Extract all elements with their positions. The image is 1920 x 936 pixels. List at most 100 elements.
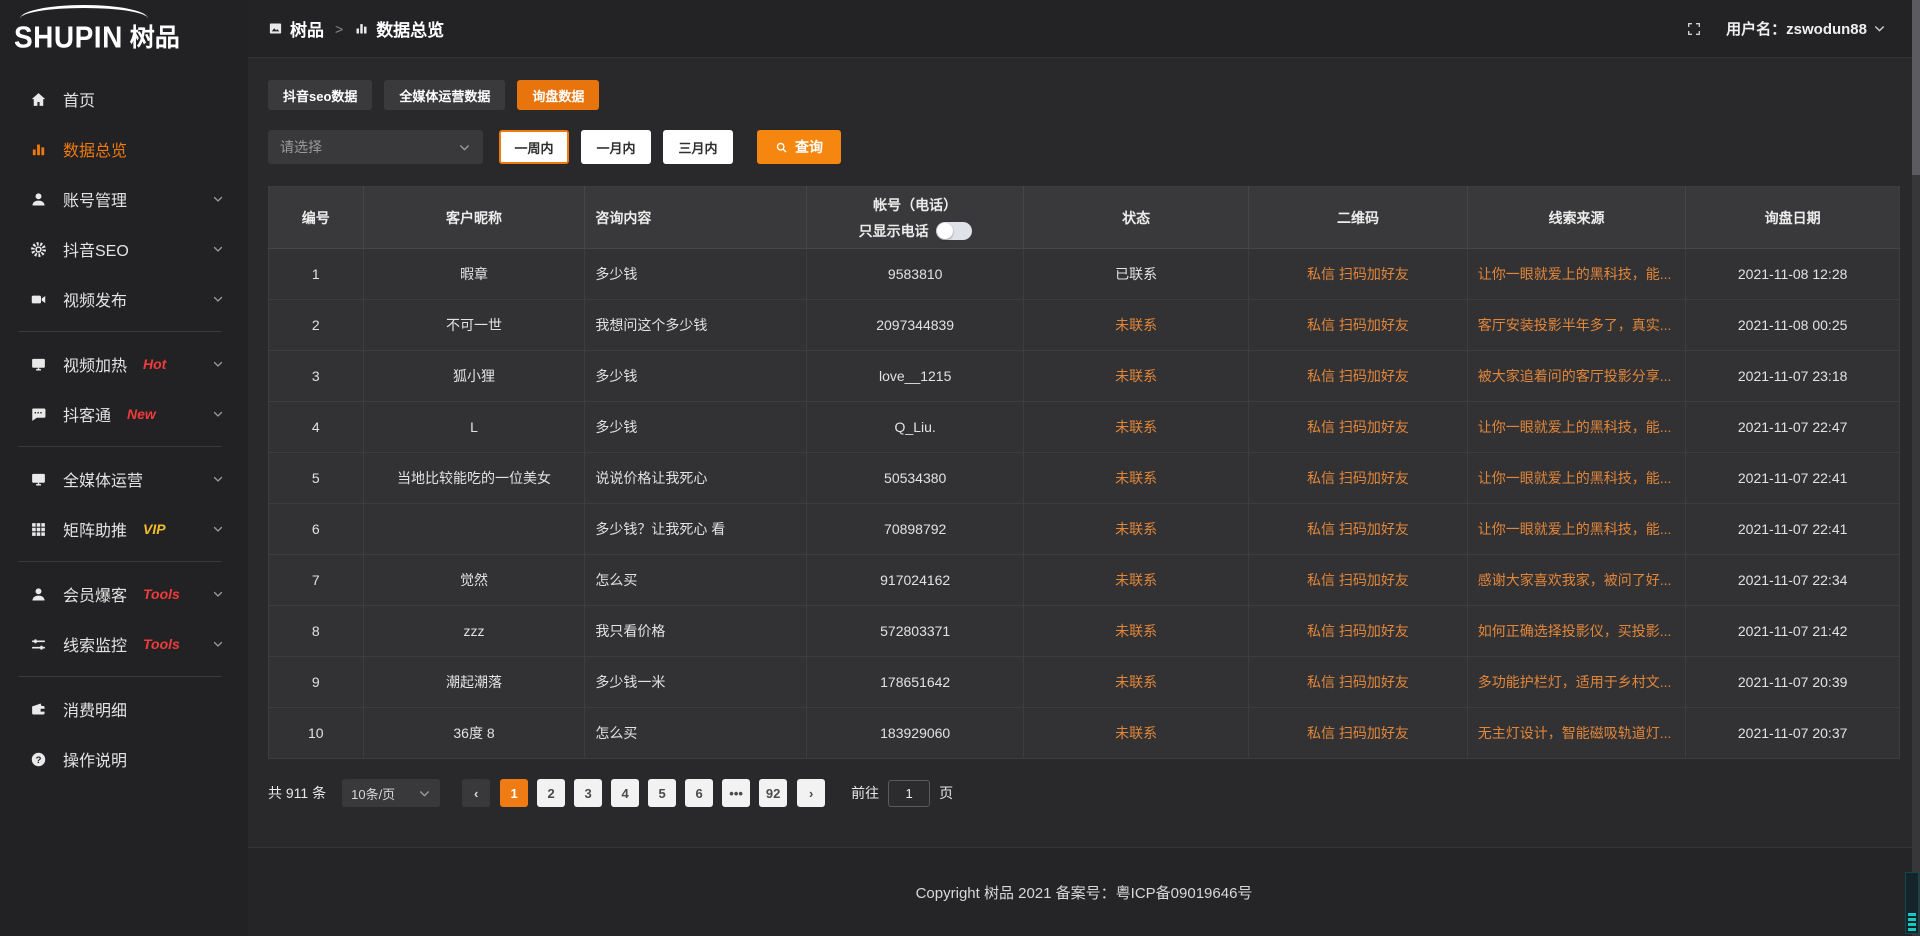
lead-source-link[interactable]: 被大家追着问的客厅投影分享...	[1478, 368, 1672, 384]
cell-id: 1	[269, 249, 364, 300]
sidebar-item-matrix-boost[interactable]: 矩阵助推VIP	[0, 504, 248, 554]
jump-page-input[interactable]	[888, 780, 930, 807]
sidebar-item-data-overview[interactable]: 数据总览	[0, 124, 248, 174]
page-button-92[interactable]: 92	[759, 779, 787, 807]
lead-source-link[interactable]: 无主灯设计，智能磁吸轨道灯...	[1478, 725, 1672, 741]
sidebar-item-consumption-detail[interactable]: 消费明细	[0, 684, 248, 734]
picture-icon	[268, 21, 283, 36]
page-button-6[interactable]: 6	[685, 779, 713, 807]
sidebar-item-label: 视频发布	[63, 287, 127, 311]
page-button-2[interactable]: 2	[537, 779, 565, 807]
page-ellipsis-button[interactable]: •••	[722, 779, 750, 807]
lead-source-link[interactable]: 客厅安装投影半年多了，真实...	[1478, 317, 1672, 333]
sidebar-item-label: 会员爆客	[63, 582, 127, 606]
cell-qr: 私信 扫码加好友	[1249, 657, 1468, 708]
status-badge: 未联系	[1115, 572, 1157, 588]
sidebar-item-member-baoke[interactable]: 会员爆客Tools	[0, 569, 248, 619]
range-button-one-month[interactable]: 一月内	[581, 130, 651, 164]
private-message-link[interactable]: 私信	[1307, 725, 1335, 741]
cell-qr: 私信 扫码加好友	[1249, 504, 1468, 555]
next-page-button[interactable]: ›	[797, 779, 825, 807]
cell-account: 70898792	[807, 504, 1024, 555]
scan-add-friend-link[interactable]: 扫码加好友	[1339, 674, 1409, 690]
status-badge: 未联系	[1115, 521, 1157, 537]
breadcrumb-root[interactable]: 树品	[290, 16, 324, 41]
scan-add-friend-link[interactable]: 扫码加好友	[1339, 725, 1409, 741]
sidebar-item-operation-guide[interactable]: ?操作说明	[0, 734, 248, 784]
grid-icon	[30, 521, 48, 538]
prev-page-button[interactable]: ‹	[462, 779, 490, 807]
page-button-1[interactable]: 1	[500, 779, 528, 807]
sidebar-item-video-heating[interactable]: 视频加热Hot	[0, 339, 248, 389]
private-message-link[interactable]: 私信	[1307, 521, 1335, 537]
sidebar-item-douketong[interactable]: 抖客通New	[0, 389, 248, 439]
tab-douyin-seo-data[interactable]: 抖音seo数据	[268, 80, 372, 110]
sidebar-item-label: 线索监控	[63, 632, 127, 656]
chevron-down-icon	[418, 787, 431, 800]
scan-add-friend-link[interactable]: 扫码加好友	[1339, 521, 1409, 537]
fullscreen-icon[interactable]	[1686, 21, 1702, 37]
scan-add-friend-link[interactable]: 扫码加好友	[1339, 419, 1409, 435]
toggle-knob	[937, 223, 953, 239]
private-message-link[interactable]: 私信	[1307, 674, 1335, 690]
user-menu[interactable]: 用户名：zswodun88	[1726, 18, 1886, 39]
scan-add-friend-link[interactable]: 扫码加好友	[1339, 317, 1409, 333]
page-button-5[interactable]: 5	[648, 779, 676, 807]
query-button[interactable]: 查询	[757, 130, 841, 164]
sidebar-item-omni-media-operation[interactable]: 全媒体运营	[0, 454, 248, 504]
private-message-link[interactable]: 私信	[1307, 368, 1335, 384]
page-button-4[interactable]: 4	[611, 779, 639, 807]
sidebar-item-lead-monitor[interactable]: 线索监控Tools	[0, 619, 248, 669]
sidebar-item-home[interactable]: 首页	[0, 74, 248, 124]
private-message-link[interactable]: 私信	[1307, 623, 1335, 639]
scan-add-friend-link[interactable]: 扫码加好友	[1339, 623, 1409, 639]
lead-source-link[interactable]: 多功能护栏灯，适用于乡村文...	[1478, 674, 1672, 690]
cell-status: 未联系	[1024, 300, 1249, 351]
private-message-link[interactable]: 私信	[1307, 419, 1335, 435]
private-message-link[interactable]: 私信	[1307, 317, 1335, 333]
cell-account: 572803371	[807, 606, 1024, 657]
cell-account: love__1215	[807, 351, 1024, 402]
lead-source-link[interactable]: 让你一眼就爱上的黑科技，能...	[1478, 266, 1672, 282]
cell-status: 未联系	[1024, 606, 1249, 657]
private-message-link[interactable]: 私信	[1307, 572, 1335, 588]
sidebar-item-video-publish[interactable]: 视频发布	[0, 274, 248, 324]
private-message-link[interactable]: 私信	[1307, 470, 1335, 486]
sidebar-item-account-management[interactable]: 账号管理	[0, 174, 248, 224]
page-button-3[interactable]: 3	[574, 779, 602, 807]
range-button-three-months[interactable]: 三月内	[663, 130, 733, 164]
table-row: 3狐小狸多少钱love__1215未联系私信 扫码加好友被大家追着问的客厅投影分…	[269, 351, 1900, 402]
cell-status: 未联系	[1024, 351, 1249, 402]
sidebar-divider	[18, 446, 222, 447]
gear-icon	[30, 241, 48, 258]
scan-add-friend-link[interactable]: 扫码加好友	[1339, 572, 1409, 588]
breadcrumb-current: 数据总览	[376, 16, 444, 41]
lead-source-link[interactable]: 感谢大家喜欢我家，被问了好...	[1478, 572, 1672, 588]
range-button-one-week[interactable]: 一周内	[499, 130, 569, 164]
lead-source-link[interactable]: 让你一眼就爱上的黑科技，能...	[1478, 470, 1672, 486]
username-label: 用户名：zswodun88	[1726, 18, 1867, 39]
tab-omni-media-data[interactable]: 全媒体运营数据	[384, 80, 505, 110]
lead-source-link[interactable]: 让你一眼就爱上的黑科技，能...	[1478, 419, 1672, 435]
cell-account: Q_Liu.	[807, 402, 1024, 453]
logo[interactable]: SHUPIN 树品	[0, 0, 248, 58]
scrollbar[interactable]	[1912, 0, 1920, 936]
phone-only-toggle[interactable]	[936, 222, 972, 240]
scan-add-friend-link[interactable]: 扫码加好友	[1339, 470, 1409, 486]
cell-content: 说说价格让我死心	[585, 453, 807, 504]
scrollbar-thumb[interactable]	[1912, 0, 1920, 175]
private-message-link[interactable]: 私信	[1307, 266, 1335, 282]
svg-text:?: ?	[36, 754, 42, 765]
tab-inquiry-data[interactable]: 询盘数据	[517, 80, 599, 110]
scan-add-friend-link[interactable]: 扫码加好友	[1339, 368, 1409, 384]
page-size-select[interactable]: 10条/页	[342, 779, 440, 807]
lead-source-link[interactable]: 如何正确选择投影仪，买投影...	[1478, 623, 1672, 639]
cell-qr: 私信 扫码加好友	[1249, 300, 1468, 351]
filter-select[interactable]: 请选择	[268, 130, 483, 164]
scan-add-friend-link[interactable]: 扫码加好友	[1339, 266, 1409, 282]
sidebar-item-label: 抖音SEO	[63, 237, 129, 261]
sidebar-item-douyin-seo[interactable]: 抖音SEO	[0, 224, 248, 274]
table-body: 1暇章多少钱9583810已联系私信 扫码加好友让你一眼就爱上的黑科技，能...…	[269, 249, 1900, 759]
lead-source-link[interactable]: 让你一眼就爱上的黑科技，能...	[1478, 521, 1672, 537]
cell-status: 未联系	[1024, 402, 1249, 453]
